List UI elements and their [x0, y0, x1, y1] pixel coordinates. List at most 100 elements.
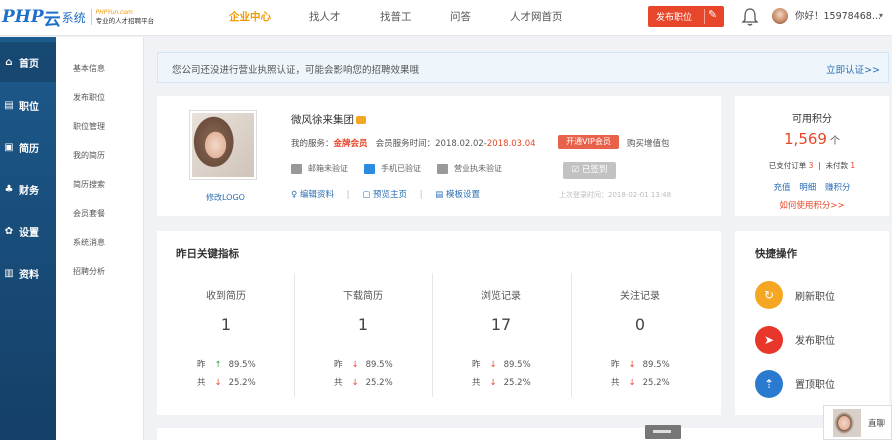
logo-php: PHP	[2, 7, 44, 27]
service-level: 金牌会员	[333, 139, 368, 149]
license-verification[interactable]: 营业执未验证	[437, 163, 502, 174]
avatar[interactable]	[772, 8, 788, 24]
credits-value: 1,569 个	[735, 130, 889, 148]
refresh-jobs-link[interactable]: 刷新职位	[795, 288, 835, 303]
template-settings-link[interactable]: 模板设置	[446, 190, 480, 200]
divider: |	[419, 190, 423, 200]
sidebar-item-label: 首页	[19, 58, 39, 70]
subnav-membership[interactable]: 会员套餐	[73, 208, 105, 219]
pin-top-icon[interactable]: ⇡	[755, 370, 783, 398]
subnav-my-resumes[interactable]: 我的简历	[73, 150, 105, 161]
yesterday-label: 昨	[197, 360, 206, 370]
logo-yun: 云	[43, 9, 61, 30]
total-rate: 25.2%	[503, 378, 531, 388]
quick-actions-title: 快捷操作	[755, 248, 797, 260]
paid-orders-label[interactable]: 已支付订单	[769, 161, 807, 170]
user-icon: ♀	[291, 190, 300, 200]
refresh-icon[interactable]: ↻	[755, 281, 783, 309]
arrow-down-icon: ↓	[628, 360, 636, 370]
briefcase-icon: ▤	[4, 99, 14, 111]
email-icon	[291, 163, 302, 174]
direct-chat-widget[interactable]: 直聊	[823, 405, 892, 440]
credit-links: 充值 明细 赚积分	[735, 181, 889, 193]
nav-talent-home[interactable]: 人才网首页	[510, 0, 563, 36]
preview-icon: ▢	[362, 190, 373, 200]
nav-enterprise-center[interactable]: 企业中心	[229, 0, 271, 36]
phone-verification[interactable]: 手机已验证	[364, 163, 421, 174]
email-verification-label: 邮箱未验证	[308, 164, 348, 173]
recharge-link[interactable]: 充值	[774, 183, 791, 193]
top-job-link[interactable]: 置顶职位	[795, 376, 835, 391]
total-label: 共	[197, 378, 206, 388]
total-rate: 25.2%	[228, 378, 256, 388]
quick-actions-card: 快捷操作 ↻ 刷新职位 ➤ 发布职位 ⇡ 置顶职位	[735, 231, 889, 415]
edit-profile-link[interactable]: 编辑资料	[300, 190, 334, 200]
nav-find-talent[interactable]: 找人才	[309, 0, 341, 36]
sidebar-item-label: 财务	[19, 185, 39, 197]
subnav-resume-search[interactable]: 简历搜索	[73, 179, 105, 190]
subnav-system-messages[interactable]: 系统消息	[73, 237, 105, 248]
sidebar-item-data[interactable]: ▥ 资料	[0, 253, 56, 293]
how-to-use-credits-link[interactable]: 如何使用积分>>	[735, 199, 889, 211]
company-name: 微风徐来集团	[291, 112, 366, 127]
user-greeting[interactable]: 你好！15978468...	[795, 0, 881, 34]
subnav-job-management[interactable]: 职位管理	[73, 121, 105, 132]
signed-in-button[interactable]: ☑ 已签到	[563, 162, 616, 179]
metric-label: 关注记录	[620, 291, 660, 302]
subnav-basic-info[interactable]: 基本信息	[73, 63, 105, 74]
sidebar-item-settings[interactable]: ✿ 设置	[0, 211, 56, 251]
chevron-down-icon[interactable]: ▾	[879, 11, 883, 20]
keyboard-toggle-icon[interactable]	[645, 425, 681, 439]
metric-value: 1	[220, 315, 232, 334]
yesterday-label: 昨	[611, 360, 620, 370]
metric-value: 17	[490, 315, 512, 334]
data-icon: ▥	[4, 267, 14, 279]
yesterday-rate: 89.5%	[642, 360, 670, 370]
logo-tagline-block: PHPYun.com 专业的人才招聘平台	[90, 9, 154, 25]
arrow-down-icon: ↓	[489, 360, 497, 370]
email-verification[interactable]: 邮箱未验证	[291, 163, 348, 174]
sidebar-item-jobs[interactable]: ▤ 职位	[0, 85, 56, 125]
subnav-recruit-analysis[interactable]: 招聘分析	[73, 266, 105, 277]
subnav-publish-job[interactable]: 发布职位	[73, 92, 105, 103]
buy-package-link[interactable]: 购买增值包	[627, 137, 670, 149]
phone-icon	[364, 163, 375, 174]
earn-credits-link[interactable]: 赚积分	[825, 183, 851, 193]
gear-icon: ✿	[4, 225, 14, 237]
open-vip-button[interactable]: 开通VIP会员	[558, 135, 619, 149]
service-period-label: 会员服务时间：2018.02.02-	[375, 139, 487, 149]
unpaid-orders-label[interactable]: 未付款	[826, 161, 849, 170]
company-logo[interactable]	[189, 110, 257, 180]
chat-label: 直聊	[868, 419, 886, 429]
metric-follow-records[interactable]: 关注记录 0 昨 ↓ 89.5% 共 ↓ 25.2%	[571, 273, 709, 403]
logo[interactable]: PHP 云 系统 PHPYun.com 专业的人才招聘平台	[2, 6, 154, 30]
sidebar-item-label: 资料	[19, 269, 39, 281]
company-profile-card: 修改LOGO 微风徐来集团 我的服务：金牌会员 会员服务时间：2018.02.0…	[157, 96, 721, 216]
sidebar-item-home[interactable]: ⌂ 首页	[0, 42, 56, 82]
preview-homepage-link[interactable]: 预览主页	[373, 190, 407, 200]
details-link[interactable]: 明细	[799, 183, 816, 193]
license-icon	[437, 163, 448, 174]
publish-job-button[interactable]: 发布职位 ✎	[648, 6, 724, 27]
metric-received-resumes[interactable]: 收到简历 1 昨 ↑ 89.5% 共 ↓ 25.2%	[157, 273, 295, 403]
sidebar-item-resumes[interactable]: ▣ 简历	[0, 127, 56, 167]
license-notice: 您公司还没进行营业执照认证，可能会影响您的招聘效果哦 立即认证>>	[157, 52, 889, 83]
metric-value: 0	[634, 315, 646, 334]
nav-qa[interactable]: 问答	[450, 0, 471, 36]
verify-now-link[interactable]: 立即认证>>	[826, 62, 880, 76]
arrow-down-icon: ↓	[214, 378, 222, 388]
unpaid-orders-count: 1	[850, 161, 856, 170]
secondary-sidebar: 基本信息 发布职位 职位管理 我的简历 简历搜索 会员套餐 系统消息 招聘分析	[56, 37, 144, 440]
send-icon[interactable]: ➤	[755, 326, 783, 354]
publish-job-link[interactable]: 发布职位	[795, 332, 835, 347]
service-period-end: 2018.03.04	[486, 139, 536, 149]
metric-downloaded-resumes[interactable]: 下载简历 1 昨 ↓ 89.5% 共 ↓ 25.2%	[294, 273, 432, 403]
metric-yesterday: 昨 ↓ 89.5%	[611, 358, 670, 370]
sidebar-item-label: 职位	[19, 101, 39, 113]
sidebar-item-finance[interactable]: ♣ 财务	[0, 169, 56, 209]
bell-icon[interactable]	[741, 7, 759, 27]
metric-browse-records[interactable]: 浏览记录 17 昨 ↓ 89.5% 共 ↓ 25.2%	[432, 273, 570, 403]
nav-find-workers[interactable]: 找普工	[380, 0, 412, 36]
pencil-icon: ✎	[708, 8, 718, 21]
edit-logo-link[interactable]: 修改LOGO	[206, 192, 245, 203]
